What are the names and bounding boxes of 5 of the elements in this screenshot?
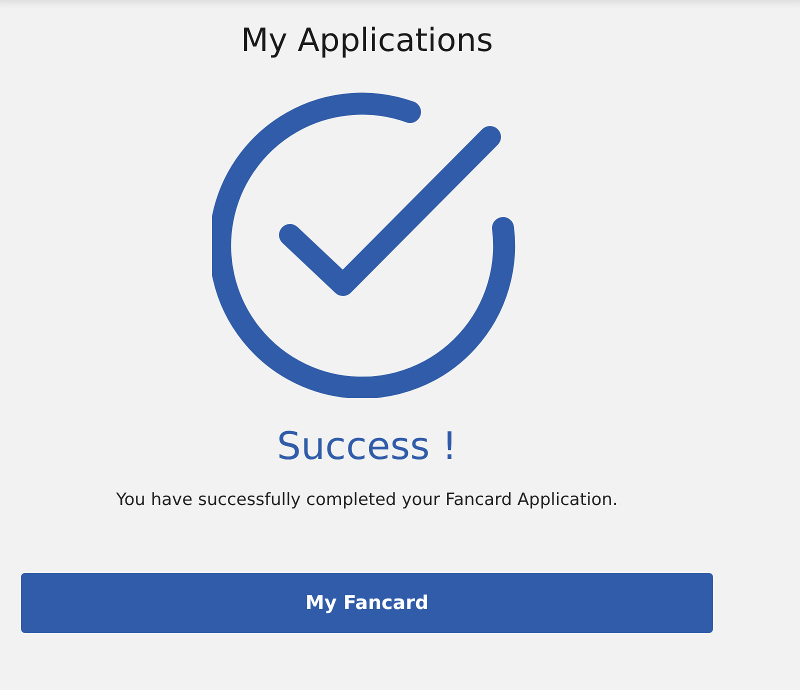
page-title: My Applications: [240, 20, 494, 61]
success-check-icon: [212, 92, 516, 398]
success-heading: Success !: [276, 423, 458, 470]
my-fancard-button[interactable]: My Fancard: [21, 573, 713, 633]
success-message: You have successfully completed your Fancard Application.: [116, 489, 618, 512]
